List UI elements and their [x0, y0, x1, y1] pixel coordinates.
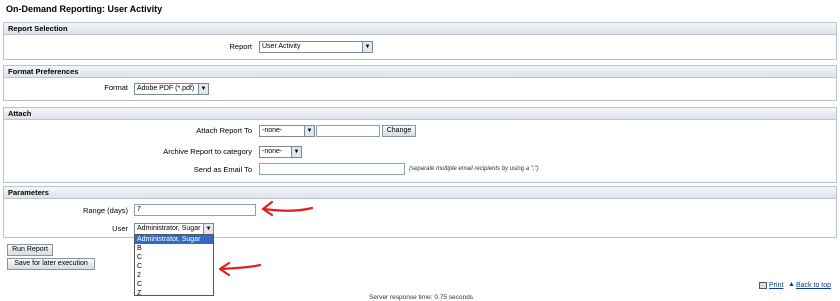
parameters-heading: Parameters [4, 187, 836, 199]
user-option[interactable]: Z [135, 289, 213, 295]
range-days-label: Range (days) [82, 206, 128, 215]
range-days-value: 7 [137, 206, 141, 213]
user-select-value: Administrator, Sugar [137, 225, 201, 232]
print-link[interactable]: Print [769, 282, 783, 289]
user-option[interactable]: B [135, 244, 213, 253]
save-for-later-button[interactable]: Save for later execution [7, 258, 95, 270]
chevron-down-icon[interactable]: ▼ [198, 84, 208, 94]
report-selection-panel: Report Selection [3, 22, 837, 60]
format-preferences-panel: Format Preferences [3, 65, 837, 101]
format-select[interactable]: Adobe PDF (*.pdf) ▼ [134, 83, 209, 95]
change-button[interactable]: Change [382, 125, 416, 137]
chevron-down-icon[interactable]: ▼ [362, 42, 372, 52]
format-label: Format [104, 83, 128, 92]
report-selection-heading: Report Selection [4, 23, 836, 35]
chevron-down-icon[interactable]: ▼ [304, 126, 314, 136]
user-option[interactable]: C [135, 253, 213, 262]
archive-category-select[interactable]: -none- ▼ [259, 146, 302, 158]
format-select-value: Adobe PDF (*.pdf) [137, 85, 195, 92]
annotation-arrow-range [261, 200, 314, 217]
range-days-input[interactable]: 7 [134, 204, 256, 216]
archive-category-label: Archive Report to category [163, 147, 252, 156]
report-select-value: User Activity [262, 43, 301, 50]
report-label: Report [229, 42, 252, 51]
send-email-label: Send as Email To [193, 165, 252, 174]
format-preferences-heading: Format Preferences [4, 66, 836, 78]
annotation-arrow-user-list [218, 261, 262, 277]
back-to-top-link[interactable]: Back to top [796, 282, 831, 289]
attach-report-to-select[interactable]: -none- ▼ [259, 125, 315, 137]
user-dropdown-list[interactable]: Administrator, Sugar B C C 2 C Z [134, 234, 214, 296]
user-option[interactable]: 2 [135, 271, 213, 280]
page-title: On-Demand Reporting: User Activity [6, 4, 163, 14]
report-select[interactable]: User Activity ▼ [259, 41, 373, 53]
printer-icon[interactable] [759, 282, 767, 289]
arrow-up-icon[interactable]: ▲ [788, 281, 795, 288]
attach-record-field[interactable] [316, 125, 380, 137]
attach-report-to-label: Attach Report To [196, 126, 252, 135]
user-option[interactable]: C [135, 280, 213, 289]
email-hint: (separate multiple email recipients by u… [409, 166, 539, 172]
archive-category-value: -none- [262, 148, 283, 155]
user-option[interactable]: C [135, 262, 213, 271]
user-option[interactable]: Administrator, Sugar [135, 235, 213, 244]
attach-heading: Attach [4, 108, 836, 120]
chevron-down-icon[interactable]: ▼ [291, 147, 301, 157]
send-email-input[interactable] [259, 163, 405, 175]
run-report-button[interactable]: Run Report [7, 244, 53, 256]
parameters-panel: Parameters [3, 186, 837, 238]
chevron-down-icon[interactable]: ▼ [203, 224, 213, 234]
attach-report-to-value: -none- [262, 127, 283, 134]
user-label: User [112, 224, 128, 233]
